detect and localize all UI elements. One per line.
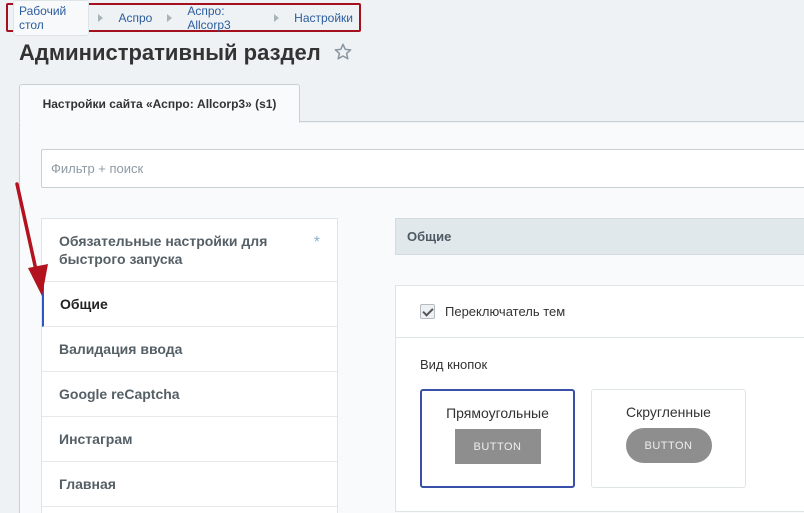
required-marker: * (313, 234, 320, 251)
theme-switcher-row[interactable]: Переключатель тем (395, 285, 804, 337)
sample-button: BUTTON (454, 429, 541, 464)
theme-switcher-label: Переключатель тем (445, 304, 566, 319)
breadcrumb: Рабочий стол Аспро Аспро: Allcorp3 Настр… (6, 0, 361, 36)
button-style-label: Вид кнопок (420, 357, 488, 372)
page-title: Административный раздел (19, 40, 321, 65)
menu-item-instagram[interactable]: Инстаграм (42, 417, 337, 462)
chevron-right-icon (274, 13, 280, 22)
menu-item-label: Google reCaptcha (59, 386, 180, 402)
breadcrumb-item-allcorp3[interactable]: Аспро: Allcorp3 (181, 1, 265, 35)
chevron-right-icon (167, 13, 173, 22)
menu-item-label: Общие (60, 296, 108, 312)
chevron-right-icon (98, 13, 104, 22)
menu-item-label: Обязательные настройки для быстрого запу… (59, 233, 268, 267)
breadcrumb-item-desktop[interactable]: Рабочий стол (13, 0, 90, 36)
menu-item-recaptcha[interactable]: Google reCaptcha (42, 372, 337, 417)
star-icon[interactable] (333, 42, 353, 62)
menu-item-general[interactable]: Общие (42, 282, 337, 327)
menu-item-label: Валидация ввода (59, 341, 183, 357)
breadcrumb-item-aspro[interactable]: Аспро (112, 8, 158, 28)
tab-strip: Настройки сайта «Аспро: Allcorp3» (s1) (19, 84, 804, 123)
button-style-rectangular[interactable]: Прямоугольные BUTTON (420, 389, 575, 488)
theme-switcher-checkbox[interactable] (420, 304, 435, 319)
button-style-rounded[interactable]: Скругленные BUTTON (591, 389, 746, 488)
button-style-title: Скругленные (626, 404, 711, 420)
menu-item-label: Инстаграм (59, 431, 133, 447)
tab-site-settings[interactable]: Настройки сайта «Аспро: Allcorp3» (s1) (19, 84, 300, 123)
settings-menu: Обязательные настройки для быстрого запу… (41, 218, 338, 513)
section-header: Общие (395, 218, 804, 255)
menu-item-label: Главная (59, 476, 116, 492)
sample-button: BUTTON (625, 428, 712, 463)
menu-item-main[interactable]: Главная (42, 462, 337, 507)
button-style-block: Вид кнопок Прямоугольные BUTTON Скруглен… (395, 337, 804, 512)
button-style-title: Прямоугольные (446, 405, 549, 421)
menu-item-required-settings[interactable]: Обязательные настройки для быстрого запу… (42, 219, 337, 282)
breadcrumb-item-settings[interactable]: Настройки (288, 8, 359, 28)
menu-item-input-validation[interactable]: Валидация ввода (42, 327, 337, 372)
filter-search-input[interactable]: Фильтр + поиск (41, 149, 804, 188)
